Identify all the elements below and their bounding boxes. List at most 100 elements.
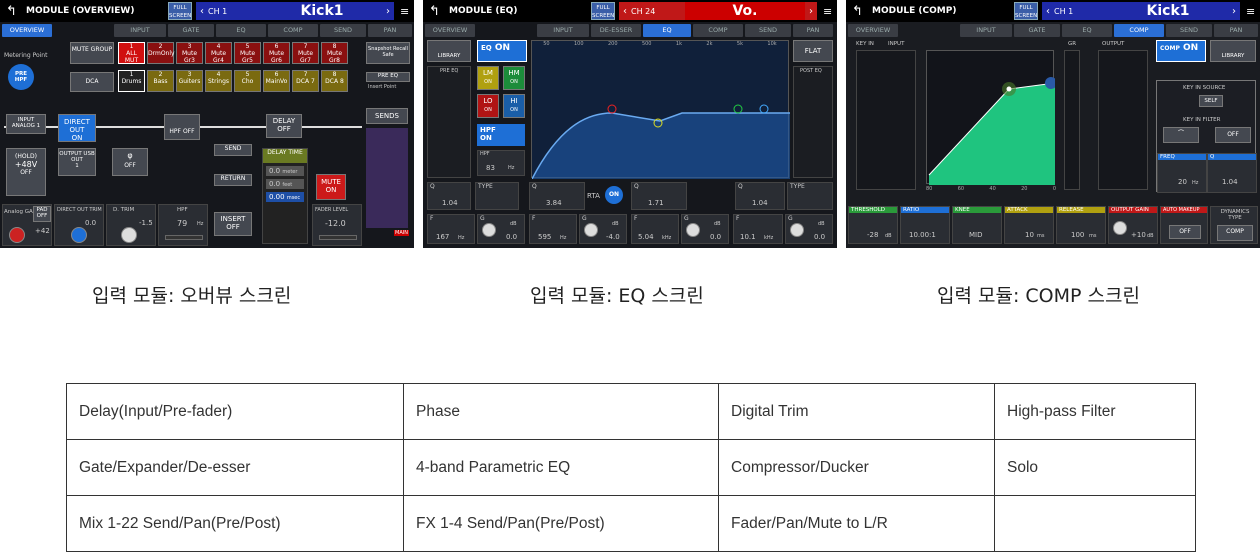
tab-input[interactable]: INPUT (537, 24, 589, 37)
hm-q-panel[interactable]: Q 1.71 (631, 182, 687, 210)
hi-band-handle-icon[interactable] (759, 104, 769, 114)
phantom-48v-button[interactable]: (HOLD) +48V OFF (6, 148, 46, 196)
back-icon[interactable]: ↰ (852, 4, 866, 19)
auto-makeup-button[interactable]: OFF (1169, 225, 1201, 239)
delay-msec-value[interactable]: 0.00 msec (266, 192, 304, 202)
direct-out-button[interactable]: DIRECT OUT ON (58, 114, 96, 142)
channel-selector[interactable]: ‹ CH 1 Kick1 › (196, 2, 394, 20)
eq-curve-graph[interactable] (531, 40, 790, 180)
usb-out-button[interactable]: OUTPUT USB OUT 1 (58, 148, 96, 176)
tab-send[interactable]: SEND (745, 24, 791, 37)
prev-channel-icon[interactable]: ‹ (1042, 6, 1054, 17)
back-icon[interactable]: ↰ (429, 4, 443, 19)
mute-group-4[interactable]: 4 Mute Gr4 (205, 42, 232, 64)
hi-gain-panel[interactable]: G 0.0 dB (785, 214, 833, 244)
input-source-button[interactable]: INPUT ANALOG 1 (6, 114, 46, 134)
dca-button[interactable]: DCA (70, 72, 114, 92)
menu-icon[interactable]: ≡ (1246, 5, 1255, 18)
menu-icon[interactable]: ≡ (823, 5, 832, 18)
tab-send[interactable]: SEND (320, 24, 366, 37)
mute-group-7[interactable]: 7 Mute Gr7 (292, 42, 319, 64)
attack-panel[interactable]: ATTACK 10 ms (1004, 206, 1054, 244)
full-screen-button[interactable]: FULL SCREEN (168, 2, 192, 20)
dca-6[interactable]: 6 MainVo (263, 70, 290, 92)
tab-eq[interactable]: EQ (1062, 24, 1112, 37)
tab-comp[interactable]: COMP (693, 24, 743, 37)
key-freq-panel[interactable]: FREQ 20 Hz (1157, 153, 1207, 193)
mute-button[interactable]: MUTE ON (316, 174, 346, 200)
filter-type-button[interactable]: ⌒ (1163, 127, 1199, 143)
fader-slider[interactable] (319, 235, 357, 240)
knee-panel[interactable]: KNEE MID (952, 206, 1002, 244)
tab-gate[interactable]: GATE (168, 24, 214, 37)
mute-group-2[interactable]: 2 DrmOnly (147, 42, 175, 64)
hi-q-panel[interactable]: Q 1.04 (735, 182, 785, 210)
hm-band-handle-icon[interactable] (733, 104, 743, 114)
ratio-panel[interactable]: RATIO 10.00:1 (900, 206, 950, 244)
flat-button[interactable]: FLAT (793, 40, 833, 62)
tab-comp[interactable]: COMP (1114, 24, 1164, 37)
pre-hpf-button[interactable]: PRE HPF (8, 64, 34, 90)
mute-group-3[interactable]: 3 Mute Gr3 (176, 42, 203, 64)
next-channel-icon[interactable]: › (382, 6, 394, 17)
tab-pan[interactable]: PAN (1214, 24, 1258, 37)
pad-button[interactable]: PAD OFF (33, 206, 51, 222)
hpf-button[interactable]: HPF OFF (164, 114, 200, 140)
hi-freq-panel[interactable]: F 10.1 kHz (733, 214, 783, 244)
key-q-panel[interactable]: Q 1.04 (1207, 153, 1257, 193)
tab-comp[interactable]: COMP (268, 24, 318, 37)
back-icon[interactable]: ↰ (6, 4, 20, 19)
comp-curve-graph[interactable] (926, 50, 1057, 185)
snapshot-recall-safe-button[interactable]: Snapshot Recall Safe (366, 42, 410, 64)
tab-eq[interactable]: EQ (216, 24, 266, 37)
rta-on-button[interactable]: ON (605, 186, 623, 204)
mute-group-6[interactable]: 6 Mute Gr6 (263, 42, 290, 64)
tab-input[interactable]: INPUT (114, 24, 166, 37)
tab-gate[interactable]: GATE (1014, 24, 1060, 37)
prev-channel-icon[interactable]: ‹ (619, 6, 631, 17)
hpf-on-button[interactable]: HPF ON (477, 124, 525, 146)
dca-8[interactable]: 8 DCA 8 (321, 70, 348, 92)
insert-return-button[interactable]: RETURN (214, 174, 252, 186)
tab-de-esser[interactable]: DE-ESSER (591, 24, 641, 37)
dca-2[interactable]: 2 Bass (147, 70, 174, 92)
threshold-panel[interactable]: THRESHOLD -28 dB (848, 206, 898, 244)
hm-gain-knob-icon[interactable] (686, 223, 700, 237)
insert-send-button[interactable]: SEND (214, 144, 252, 156)
lm-band-button[interactable]: LM ON (477, 66, 499, 90)
lo-q-panel[interactable]: Q 1.04 (427, 182, 471, 210)
lm-gain-panel[interactable]: G -4.0 dB (579, 214, 627, 244)
hm-gain-panel[interactable]: G 0.0 dB (681, 214, 729, 244)
dynamics-type-button[interactable]: COMP (1217, 225, 1253, 241)
digital-trim-knob-icon[interactable] (121, 227, 137, 243)
channel-selector[interactable]: ‹ CH 24 Vo. › (619, 2, 817, 20)
mute-group-5[interactable]: 5 Mute Gr5 (234, 42, 261, 64)
tab-overview[interactable]: OVERVIEW (425, 24, 475, 37)
lm-gain-knob-icon[interactable] (584, 223, 598, 237)
mute-group-8[interactable]: 8 Mute Gr8 (321, 42, 348, 64)
trim-knob-icon[interactable] (71, 227, 87, 243)
output-gain-knob-icon[interactable] (1113, 221, 1127, 235)
tab-send[interactable]: SEND (1166, 24, 1212, 37)
prev-channel-icon[interactable]: ‹ (196, 6, 208, 17)
mute-group-button[interactable]: MUTE GROUP (70, 42, 114, 64)
hi-band-button[interactable]: HI ON (503, 94, 525, 118)
hi-gain-knob-icon[interactable] (790, 223, 804, 237)
lo-gain-knob-icon[interactable] (482, 223, 496, 237)
delay-button[interactable]: DELAY OFF (266, 114, 302, 138)
key-filter-off-button[interactable]: OFF (1215, 127, 1251, 143)
dca-7[interactable]: 7 DCA 7 (292, 70, 319, 92)
lm-freq-panel[interactable]: F 595 Hz (529, 214, 577, 244)
output-gain-panel[interactable]: OUTPUT GAIN +10 dB (1108, 206, 1158, 244)
tab-pan[interactable]: PAN (793, 24, 833, 37)
menu-icon[interactable]: ≡ (400, 5, 409, 18)
lo-band-button[interactable]: LO ON (477, 94, 499, 118)
library-button[interactable]: LIBRARY (1210, 40, 1256, 62)
lo-type-panel[interactable]: TYPE (475, 182, 519, 210)
dca-4[interactable]: 4 Strings (205, 70, 232, 92)
hi-type-panel[interactable]: TYPE (787, 182, 833, 210)
full-screen-button[interactable]: FULL SCREEN (591, 2, 615, 20)
eq-on-button[interactable]: EQ ON (477, 40, 527, 62)
full-screen-button[interactable]: FULL SCREEN (1014, 2, 1038, 20)
key-in-source-button[interactable]: SELF (1199, 95, 1223, 107)
